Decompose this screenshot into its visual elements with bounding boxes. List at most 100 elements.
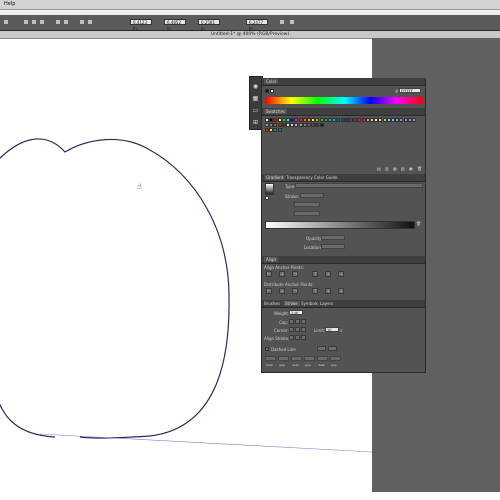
align-panel-header: Align (262, 256, 425, 264)
align-stroke-outside-icon[interactable] (301, 335, 306, 340)
distribute-top-icon[interactable]: ⊤ (312, 288, 318, 294)
swatch-kinds-icon[interactable]: ▥ (385, 167, 389, 171)
location-label: Location: (304, 245, 323, 250)
tab-symbols[interactable]: Symbols (301, 301, 318, 306)
tab-color-guide[interactable]: Color Guide (314, 175, 337, 180)
corner-label: Corner: (274, 328, 289, 333)
dash-field[interactable] (317, 356, 328, 361)
gradient-type-select[interactable] (295, 183, 423, 188)
distribute-center-icon[interactable]: ⊥ (279, 288, 285, 294)
tab-align[interactable]: Align (264, 257, 279, 262)
align-stroke-center-icon[interactable] (289, 335, 294, 340)
gradient-stroke-field[interactable] (300, 193, 324, 198)
swatch-options-icon[interactable]: ▦ (393, 167, 397, 171)
tab-stroke[interactable]: Stroke (283, 301, 300, 306)
dash-field-label: dash (266, 363, 274, 367)
distribute-middle-icon[interactable]: ⊥ (325, 288, 331, 294)
bevel-join-icon[interactable] (301, 327, 306, 332)
swatch[interactable] (412, 118, 416, 122)
swatch[interactable] (319, 123, 324, 127)
distribute-anchor-label: Distribute Anchor Points: (264, 282, 314, 287)
align-left-icon[interactable]: ⊢ (266, 271, 272, 277)
weight-input[interactable]: 1 pt (289, 310, 303, 315)
gradient-angle-field[interactable] (294, 202, 320, 207)
opacity-field[interactable] (321, 235, 345, 240)
distribute-left-icon[interactable]: ⊢ (266, 288, 272, 294)
align-anchor-label: Align Anchor Points: (264, 265, 305, 270)
gradient-fill-swatch[interactable] (265, 196, 269, 200)
color-spectrum[interactable] (265, 97, 423, 104)
dash-field-label: gap (331, 363, 337, 367)
dash-field-label: dash (318, 363, 326, 367)
miter-join-icon[interactable] (289, 327, 294, 332)
tab-gradient[interactable]: Gradient (264, 175, 286, 180)
distribute-bottom-icon[interactable]: ⊥ (338, 288, 344, 294)
distribute-right-icon[interactable]: ⊣ (292, 288, 298, 294)
opacity-label: Opacity: (306, 236, 323, 241)
dash-field[interactable] (304, 356, 315, 361)
dash-field[interactable] (265, 356, 276, 361)
align-dashes-icon[interactable] (328, 346, 337, 351)
align-right-icon[interactable]: ⊣ (292, 271, 298, 277)
limit-label: Limit: (314, 328, 326, 333)
gradient-ramp[interactable] (265, 221, 415, 229)
dashed-line-label: Dashed Line (271, 347, 296, 352)
swatches-panel-header: Swatches (262, 108, 425, 116)
delete-stop-icon[interactable]: 🗑 (416, 222, 421, 226)
hand-cursor-icon: ☝ (137, 182, 142, 191)
swatch-library-icon[interactable]: ▤ (377, 167, 381, 171)
stroke-panel-header: Brushes Stroke Symbols Layers (262, 300, 425, 308)
stroke-panel: Brushes Stroke Symbols Layers Weight: 1 … (261, 300, 426, 373)
align-top-icon[interactable]: ⊤ (312, 271, 318, 277)
tab-layers[interactable]: Layers (320, 301, 333, 306)
round-cap-icon[interactable] (295, 319, 300, 324)
round-join-icon[interactable] (295, 327, 300, 332)
tab-color[interactable]: Color (264, 79, 279, 84)
new-swatch-icon[interactable]: ▣ (409, 167, 413, 171)
dash-field[interactable] (330, 356, 341, 361)
dash-field[interactable] (278, 356, 289, 361)
butt-cap-icon[interactable] (289, 319, 294, 324)
gradient-panel-header: Gradient Transparency Color Guide (262, 174, 425, 182)
type-label: Type: (285, 184, 296, 189)
color-panel: Color # FFFFFF (261, 78, 426, 108)
fill-color-swatch[interactable] (270, 89, 274, 93)
dash-field-label: gap (279, 363, 285, 367)
color-icon[interactable]: ◉ (252, 83, 259, 90)
swatches-panel: Swatches ▤ ▥ ▦ ▧ ▣ 🗑 (261, 108, 426, 174)
align-center-icon[interactable]: ⊥ (279, 271, 285, 277)
gradient-icon[interactable]: ▭ (252, 107, 259, 114)
color-panel-header: Color (262, 78, 425, 86)
swatch[interactable] (277, 128, 282, 132)
weight-label: Weight: (274, 311, 290, 316)
dash-field-label: dash (292, 363, 300, 367)
gradient-aspect-field[interactable] (294, 211, 320, 216)
limit-unit: x (340, 328, 343, 333)
dashed-line-checkbox[interactable] (265, 347, 269, 351)
align-icon[interactable]: ⊞ (252, 119, 259, 126)
guide-line (39, 433, 373, 453)
dash-field-label: gap (305, 363, 311, 367)
blob-path[interactable] (0, 138, 230, 439)
align-bottom-icon[interactable]: ⊥ (338, 271, 344, 277)
cap-label: Cap: (279, 320, 289, 325)
align-middle-icon[interactable]: ⊥ (325, 271, 331, 277)
delete-swatch-icon[interactable]: 🗑 (417, 167, 422, 171)
align-stroke-label: Align Stroke: (264, 336, 290, 341)
stroke-label: Stroke: (285, 194, 300, 199)
align-stroke-inside-icon[interactable] (295, 335, 300, 340)
tab-transparency[interactable]: Transparency (286, 175, 313, 180)
square-cap-icon[interactable] (301, 319, 306, 324)
new-color-group-icon[interactable]: ▧ (401, 167, 405, 171)
stroke-color-swatch[interactable] (265, 89, 269, 93)
dash-field[interactable] (291, 356, 302, 361)
hex-input[interactable]: FFFFFF (399, 88, 421, 93)
swatches-icon[interactable]: ▦ (252, 95, 259, 102)
gradient-preview[interactable] (265, 183, 274, 195)
tab-swatches[interactable]: Swatches (264, 109, 288, 114)
tab-brushes[interactable]: Brushes (264, 301, 280, 306)
limit-input[interactable]: 10 (325, 327, 339, 332)
location-field[interactable] (321, 244, 345, 249)
gradient-panel: Gradient Transparency Color Guide Type: … (261, 174, 426, 256)
preserve-dashes-icon[interactable] (317, 346, 326, 351)
